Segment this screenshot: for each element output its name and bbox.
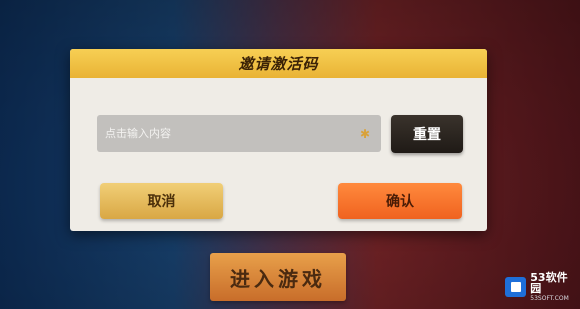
brand-url: 53SOFT.COM	[530, 295, 569, 302]
dialog-title: 邀请激活码	[70, 49, 487, 78]
confirm-button[interactable]: 确认	[338, 183, 462, 219]
activation-code-dialog: 邀请激活码 ✱ 重置 取消 确认	[70, 49, 487, 231]
enter-game-button[interactable]: 进入游戏	[210, 253, 346, 301]
brand-watermark: 53软件园 53SOFT.COM	[505, 272, 577, 302]
input-clear-icon[interactable]: ✱	[359, 128, 371, 140]
brand-logo-icon	[505, 277, 527, 297]
activation-code-input[interactable]	[97, 115, 381, 152]
reset-button[interactable]: 重置	[391, 115, 463, 153]
cancel-button[interactable]: 取消	[100, 183, 223, 219]
brand-text: 53软件园 53SOFT.COM	[530, 272, 577, 302]
brand-name: 53软件园	[530, 271, 568, 295]
dialog-body: ✱ 重置 取消 确认	[70, 78, 487, 231]
